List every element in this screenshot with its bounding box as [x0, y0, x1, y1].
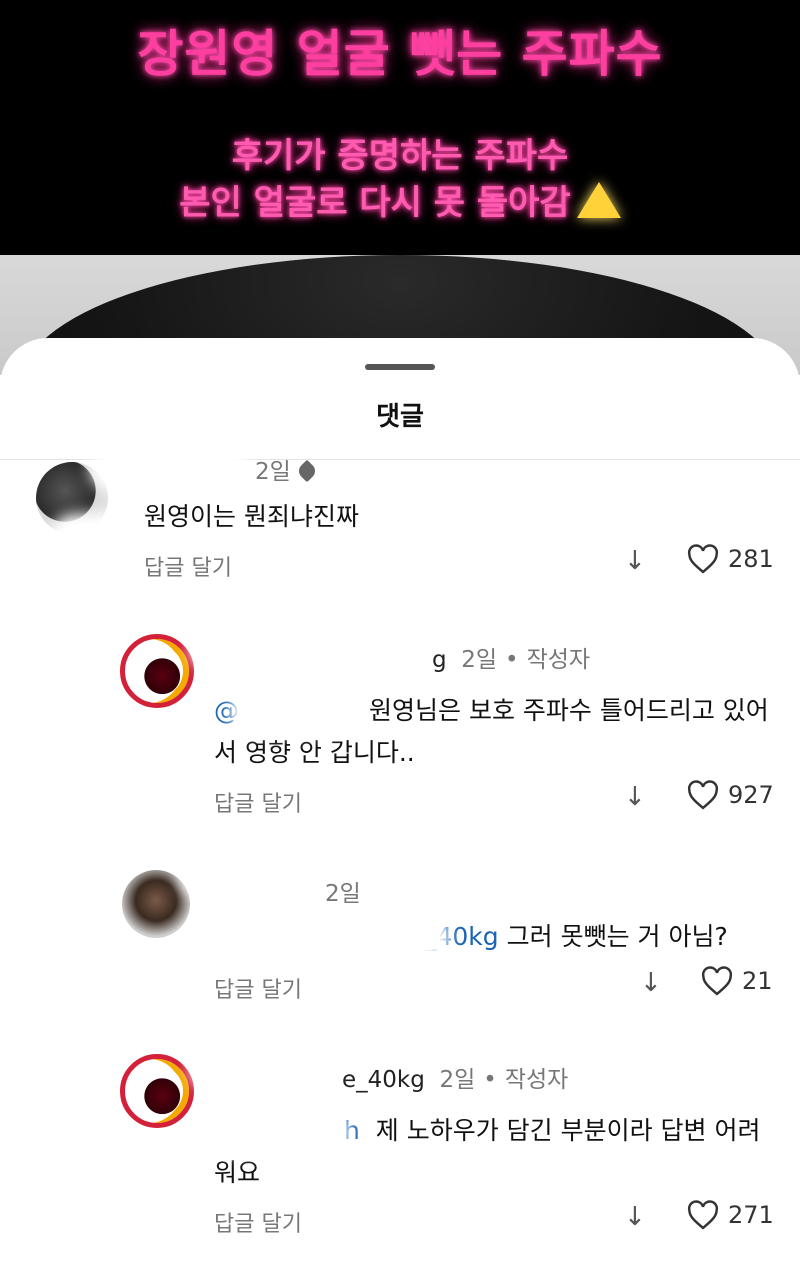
heart-icon — [687, 544, 719, 574]
dislike-arrow-icon[interactable]: ↓ — [624, 782, 646, 812]
reply-button[interactable]: 답글 달기 — [214, 972, 302, 1004]
redacted-username — [200, 638, 430, 660]
dislike-arrow-icon[interactable]: ↓ — [624, 546, 646, 576]
like-count: 281 — [728, 545, 774, 573]
drag-handle[interactable] — [365, 364, 435, 370]
redacted-mention — [240, 700, 340, 724]
heart-icon — [701, 966, 733, 996]
like-button[interactable]: 21 — [700, 966, 773, 996]
redacted-username — [200, 1058, 340, 1080]
redacted-username — [100, 458, 240, 480]
comment-meta: e_40kg 2일 • 작성자 — [342, 1067, 569, 1093]
comment-text: 원영이는 뭔죄냐진짜 — [144, 502, 359, 531]
comment-meta: g 2일 • 작성자 — [432, 647, 591, 673]
like-button[interactable]: 281 — [686, 544, 774, 574]
heart-icon — [687, 780, 719, 810]
redacted-area — [60, 524, 120, 554]
redacted-mention — [220, 926, 440, 950]
reply-button[interactable]: 답글 달기 — [144, 550, 232, 582]
dislike-arrow-icon[interactable]: ↓ — [640, 968, 662, 998]
like-count: 21 — [742, 967, 773, 995]
reply-button[interactable]: 답글 달기 — [214, 786, 302, 818]
redacted-mention — [220, 1120, 340, 1144]
avatar[interactable] — [122, 870, 190, 938]
pin-icon — [295, 459, 319, 483]
like-button[interactable]: 271 — [686, 1200, 774, 1230]
dislike-arrow-icon[interactable]: ↓ — [624, 1202, 646, 1232]
comment-meta: 2일 — [255, 452, 319, 486]
like-button[interactable]: 927 — [686, 780, 774, 810]
banner-title: 장원영 얼굴 뺏는 주파수 — [137, 25, 663, 83]
avatar[interactable] — [120, 1054, 194, 1128]
like-count: 927 — [728, 781, 774, 809]
sheet-title: 댓글 — [376, 402, 424, 432]
comment-meta: 2일 — [325, 881, 361, 907]
banner-subtitle-2: 본인 얼굴로 다시 못 돌아감 — [0, 175, 800, 224]
like-count: 271 — [728, 1201, 774, 1229]
warning-icon — [576, 182, 621, 218]
avatar[interactable] — [120, 634, 194, 708]
reply-button[interactable]: 답글 달기 — [214, 1206, 302, 1238]
redacted-username — [190, 866, 310, 888]
banner-subtitle-1: 후기가 증명하는 주파수 — [231, 136, 569, 176]
video-banner: 장원영 얼굴 뺏는 주파수 후기가 증명하는 주파수 본인 얼굴로 다시 못 돌… — [0, 0, 800, 255]
heart-icon — [687, 1200, 719, 1230]
